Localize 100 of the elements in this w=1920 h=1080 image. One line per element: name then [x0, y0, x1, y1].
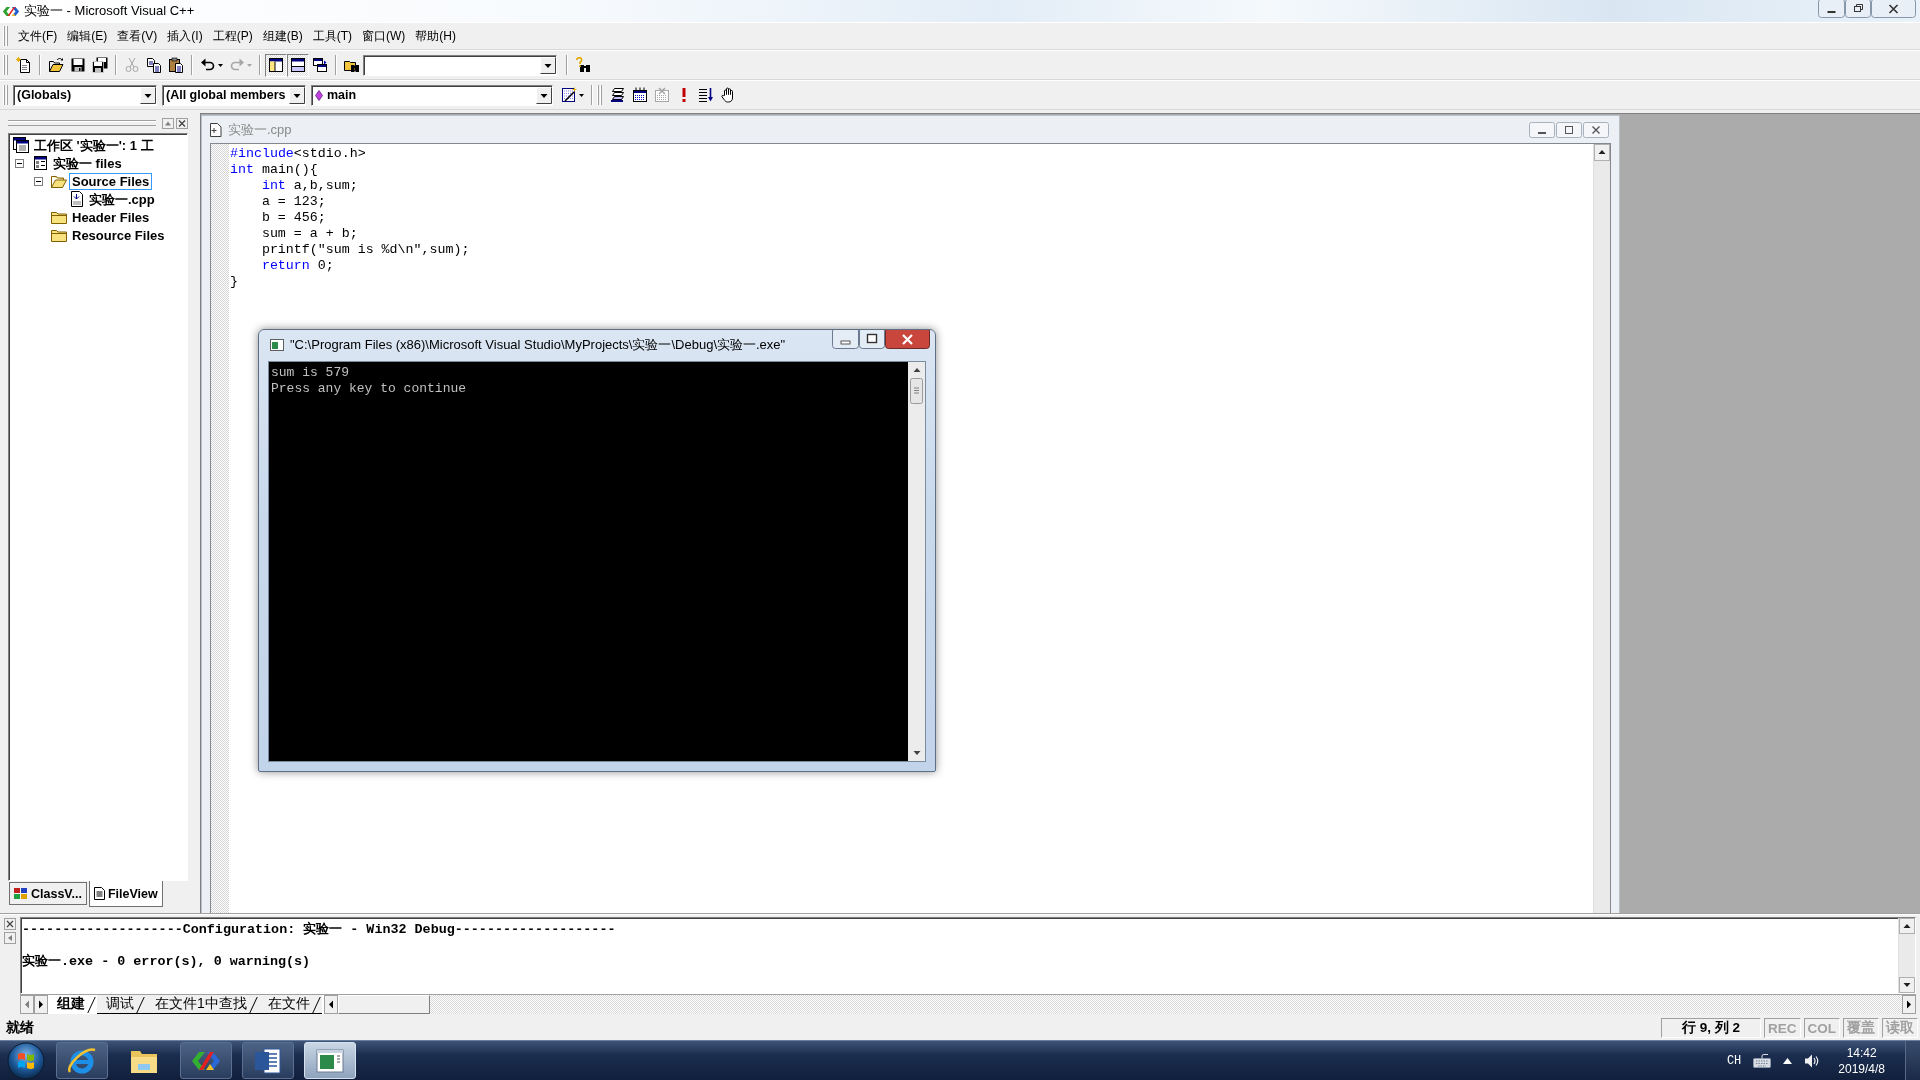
bottom-pane-window-icon — [290, 57, 306, 73]
redo-icon — [229, 57, 245, 73]
scissors-icon — [124, 57, 140, 73]
close-icon[interactable] — [1871, 0, 1916, 18]
close-icon[interactable] — [1583, 121, 1609, 138]
language-indicator[interactable]: CH — [1726, 1053, 1742, 1068]
minus-box-icon[interactable] — [15, 158, 24, 168]
tree-item[interactable]: 实验一 files — [50, 154, 125, 172]
menu-item[interactable]: 窗口(W) — [357, 26, 411, 46]
vertical-scrollbar[interactable] — [1898, 918, 1915, 993]
minimize-icon[interactable] — [1529, 121, 1555, 138]
output-line: 实验一.exe - 0 error(s), 0 warning(s) — [22, 954, 312, 970]
document-wand-icon — [561, 87, 577, 103]
close-icon[interactable] — [176, 117, 188, 129]
code-line: sum = a + b; — [260, 226, 359, 242]
document-icon — [93, 887, 105, 900]
menu-item[interactable]: 帮助(H) — [410, 26, 461, 46]
taskbar-button[interactable] — [242, 1042, 294, 1079]
floppy-disks-icon — [92, 57, 108, 73]
maximize-icon[interactable] — [1556, 121, 1582, 138]
code-line: int main(){ — [230, 162, 319, 178]
grip-icon[interactable] — [597, 85, 603, 105]
folder-icon — [51, 210, 67, 224]
grip-icon[interactable] — [3, 85, 9, 105]
scroll-thumb[interactable] — [910, 378, 923, 404]
speaker-icon[interactable] — [1804, 1052, 1821, 1069]
keyboard-icon[interactable] — [1753, 1053, 1772, 1068]
menu-item[interactable]: 编辑(E) — [62, 26, 113, 46]
grip-icon[interactable] — [3, 26, 9, 46]
dropdown-arrow-icon[interactable] — [140, 86, 156, 104]
code-line: return 0; — [260, 258, 335, 274]
stacked-pages-icon — [610, 87, 626, 103]
caret-icon — [579, 93, 584, 97]
combo-box[interactable]: (Globals) — [13, 84, 157, 106]
new-document-icon — [16, 57, 32, 73]
vertical-scrollbar[interactable] — [1593, 144, 1610, 913]
lines-arrow-icon — [698, 87, 714, 103]
combo-box[interactable]: (All global members — [162, 84, 306, 106]
start-orb-icon[interactable] — [6, 1041, 46, 1080]
dropdown-arrow-icon[interactable] — [536, 86, 552, 104]
menu-item[interactable]: 组建(B) — [257, 26, 308, 46]
minimize-icon[interactable] — [1818, 0, 1845, 18]
restore-icon[interactable] — [1845, 0, 1871, 18]
clock-time[interactable]: 14:42 — [1846, 1044, 1877, 1061]
show-desktop-button[interactable] — [1905, 1041, 1920, 1080]
folder-icon — [51, 228, 67, 242]
menu-item[interactable]: 工程(P) — [207, 26, 258, 46]
clock-date[interactable]: 2019/4/8 — [1838, 1060, 1885, 1077]
console-line: sum is 579 — [271, 365, 350, 381]
grip-icon[interactable] — [3, 55, 9, 75]
hand-icon — [720, 87, 736, 103]
code-line: int a,b,sum; — [260, 178, 359, 194]
workspace-icon — [13, 137, 29, 153]
close-icon[interactable] — [4, 918, 16, 930]
open-folder-icon — [48, 57, 64, 73]
toolbar-button[interactable] — [287, 53, 309, 77]
code-line: #include<stdio.h> — [230, 146, 367, 162]
menu-item[interactable]: 插入(I) — [162, 26, 208, 46]
panel-tab[interactable]: ClassV... — [9, 882, 87, 905]
toolbar-button[interactable] — [265, 53, 287, 77]
find-field[interactable] — [363, 54, 557, 76]
tree-item[interactable]: 实验一.cpp — [86, 190, 158, 208]
tree-item[interactable]: 工作区 '实验一': 1 工 — [31, 136, 157, 154]
colored-blocks-icon — [14, 887, 28, 900]
tree-item[interactable]: Source Files — [69, 172, 153, 190]
up-arrow-icon[interactable] — [1783, 1057, 1793, 1064]
status-pane: 读取 — [1882, 1018, 1918, 1038]
tree-item[interactable]: Header Files — [69, 208, 153, 226]
dropdown-arrow-icon[interactable] — [540, 56, 556, 74]
output-line: --------------------Configuration: 实验一 - Win32 Debug-------------------- — [22, 922, 617, 938]
combo-box[interactable]: main — [311, 84, 553, 106]
minus-box-icon[interactable] — [34, 176, 43, 186]
dropdown-arrow-icon[interactable] — [289, 86, 306, 104]
status-pane: COL — [1803, 1018, 1840, 1038]
grid-cross-icon — [654, 87, 670, 103]
close-icon[interactable] — [885, 330, 930, 349]
code-line: printf("sum is %d\n",sum); — [260, 242, 471, 258]
maximize-icon[interactable] — [859, 330, 885, 349]
app-logo-icon — [2, 5, 20, 17]
side-pane-window-icon — [268, 57, 284, 73]
document-icon — [70, 191, 84, 207]
panel-tab[interactable]: FileView — [88, 881, 163, 907]
tree-item[interactable]: Resource Files — [69, 226, 168, 244]
code-line: b = 456; — [260, 210, 327, 226]
status-message: 就绪 — [6, 1019, 34, 1037]
output-tab[interactable]: 在文件 — [258, 995, 322, 1014]
taskbar-button[interactable] — [56, 1042, 108, 1079]
output-tab[interactable]: 调试 — [97, 995, 146, 1014]
window-title: 实验一 - Microsoft Visual C++ — [24, 2, 195, 20]
menu-item[interactable]: 文件(F) — [13, 26, 63, 46]
project-icon — [32, 155, 48, 171]
status-pane: REC — [1764, 1018, 1801, 1038]
output-tab[interactable]: 在文件1中查找 — [146, 995, 259, 1014]
horizontal-scrollbar[interactable] — [323, 995, 1916, 1014]
menu-item[interactable]: 查看(V) — [112, 26, 163, 46]
menu-item[interactable]: 工具(T) — [307, 26, 357, 46]
binoculars-icon — [575, 57, 591, 73]
console-window-icon — [270, 339, 284, 351]
vertical-scrollbar[interactable] — [908, 362, 925, 761]
diamond-icon — [315, 89, 323, 101]
